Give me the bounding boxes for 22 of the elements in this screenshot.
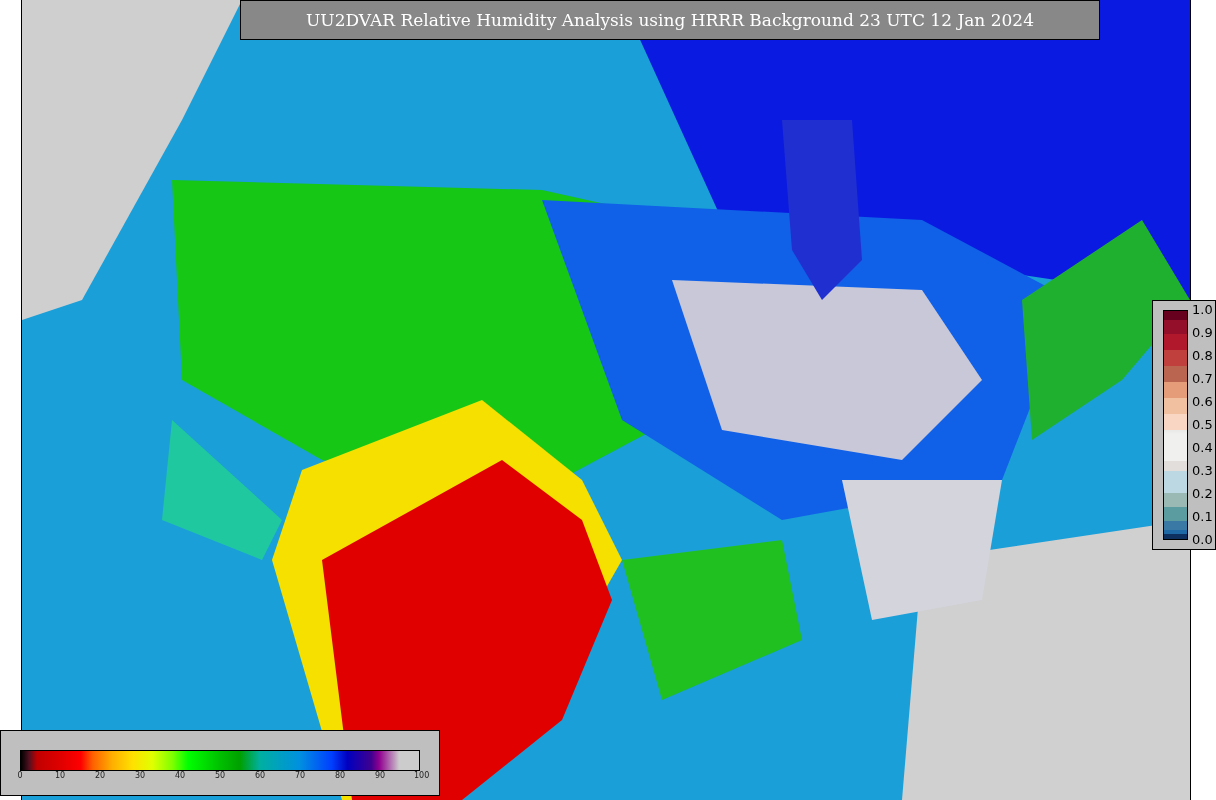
tick-label: 0.4 <box>1192 439 1213 457</box>
tick-label: 40 <box>174 771 186 780</box>
map-title: UU2DVAR Relative Humidity Analysis using HRRR Background 23 UTC 12 Jan 2024 <box>240 0 1100 40</box>
tick-label: 30 <box>134 771 146 780</box>
tick-label: 70 <box>294 771 306 780</box>
tick-label: 0.3 <box>1192 462 1213 480</box>
tick-label: 0.8 <box>1192 347 1213 365</box>
tick-label: 60 <box>254 771 266 780</box>
tick-label: 50 <box>214 771 226 780</box>
tick-label: 0.2 <box>1192 485 1213 503</box>
tick-label: 20 <box>94 771 106 780</box>
tick-label: 0.9 <box>1192 324 1213 342</box>
tick-label: 0.7 <box>1192 370 1213 388</box>
tick-label: 0 <box>16 771 24 780</box>
tick-label: 90 <box>374 771 386 780</box>
tick-label: 0.0 <box>1192 531 1213 549</box>
tick-label: 0.6 <box>1192 393 1213 411</box>
tick-label: 0.1 <box>1192 508 1213 526</box>
tick-label: 0.5 <box>1192 416 1213 434</box>
tick-label: 1.0 <box>1192 301 1213 319</box>
tick-label: 80 <box>334 771 346 780</box>
tick-label: 10 <box>54 771 66 780</box>
